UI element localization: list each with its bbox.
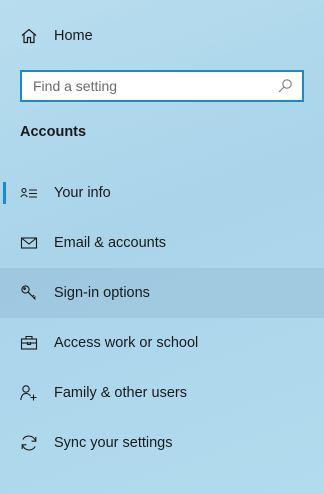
- nav-home[interactable]: Home: [0, 18, 324, 54]
- nav-item-label: Sync your settings: [54, 435, 173, 451]
- key-icon: [20, 284, 38, 302]
- home-icon: [20, 27, 38, 45]
- person-add-icon: [20, 384, 38, 402]
- search-input[interactable]: [22, 72, 277, 100]
- nav-item-sign-in-options[interactable]: Sign-in options: [0, 268, 324, 318]
- nav-home-label: Home: [54, 28, 93, 44]
- nav-item-label: Email & accounts: [54, 235, 167, 251]
- nav-item-access-work-school[interactable]: Access work or school: [0, 318, 324, 368]
- nav-item-sync-settings[interactable]: Sync your settings: [0, 418, 324, 468]
- settings-navigation: Home Accounts Your info: [0, 0, 324, 494]
- nav-item-label: Family & other users: [54, 385, 187, 401]
- sync-icon: [20, 434, 38, 452]
- nav-item-your-info[interactable]: Your info: [0, 168, 324, 218]
- search-box: [20, 70, 304, 102]
- briefcase-icon: [20, 334, 38, 352]
- nav-item-label: Sign-in options: [54, 285, 150, 301]
- nav-item-email-accounts[interactable]: Email & accounts: [0, 218, 324, 268]
- nav-item-family-other-users[interactable]: Family & other users: [0, 368, 324, 418]
- person-list-icon: [20, 184, 38, 202]
- section-heading-accounts: Accounts: [20, 124, 87, 140]
- mail-icon: [20, 234, 38, 252]
- selected-indicator: [3, 182, 6, 204]
- nav-item-label: Your info: [54, 185, 111, 201]
- search-icon[interactable]: [277, 78, 293, 94]
- nav-item-label: Access work or school: [54, 335, 199, 351]
